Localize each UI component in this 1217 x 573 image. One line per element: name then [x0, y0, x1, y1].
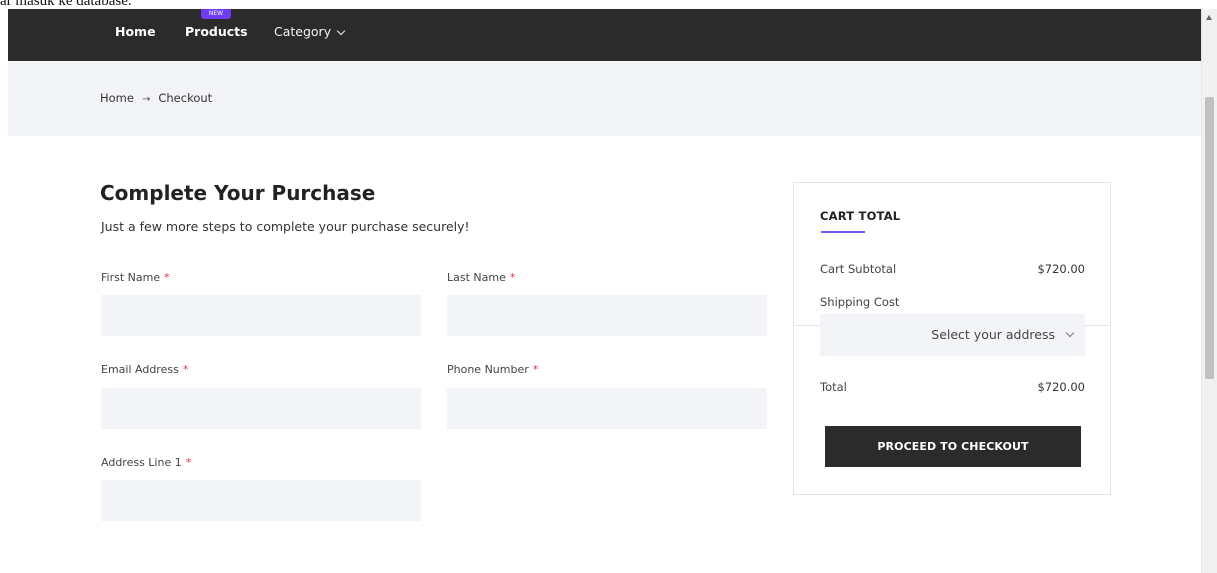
- scroll-thumb[interactable]: [1205, 97, 1214, 379]
- page-title: Complete Your Purchase: [100, 181, 376, 205]
- chevron-down-icon: [336, 26, 346, 36]
- scrollbar[interactable]: [1201, 9, 1217, 573]
- required-marker: *: [509, 271, 516, 284]
- last-name-field[interactable]: [447, 295, 767, 336]
- address-select[interactable]: Select your address: [820, 314, 1085, 356]
- breadcrumb-home[interactable]: Home: [100, 91, 134, 105]
- cart-title-underline: [821, 231, 865, 233]
- nav-products-link[interactable]: Products: [185, 9, 248, 61]
- email-label: Email Address *: [101, 363, 189, 376]
- page-top-text: ar masuk ke database.: [0, 0, 132, 9]
- total-label: Total: [820, 380, 847, 394]
- page-subtitle: Just a few more steps to complete your p…: [101, 219, 470, 234]
- shipping-cost-label: Shipping Cost: [820, 295, 900, 309]
- breadcrumb-bar: Home → Checkout: [8, 61, 1201, 136]
- breadcrumb-current: Checkout: [158, 91, 213, 105]
- required-marker: *: [532, 363, 539, 376]
- nav-home-link[interactable]: Home: [115, 9, 156, 61]
- required-marker: *: [185, 456, 192, 469]
- cart-subtotal-label: Cart Subtotal: [820, 262, 897, 276]
- nav-category-dropdown[interactable]: Category: [274, 9, 346, 61]
- proceed-to-checkout-button[interactable]: PROCEED TO CHECKOUT: [825, 426, 1081, 467]
- chevron-down-icon: [1065, 328, 1075, 338]
- cart-total-title: CART TOTAL: [820, 209, 901, 223]
- first-name-label: First Name *: [101, 271, 170, 284]
- address-select-value: Select your address: [931, 327, 1055, 342]
- required-marker: *: [164, 271, 170, 284]
- required-marker: *: [182, 363, 189, 376]
- last-name-label: Last Name *: [447, 271, 516, 284]
- address-line1-field[interactable]: [101, 480, 421, 521]
- cart-subtotal-value: $720.00: [1037, 262, 1085, 276]
- nav-category-label: Category: [274, 24, 332, 39]
- cart-total-panel: CART TOTAL Cart Subtotal $720.00 Shippin…: [793, 182, 1111, 495]
- first-name-field[interactable]: [101, 295, 421, 336]
- navbar: Home NEW Products Category: [8, 9, 1201, 61]
- arrow-right-icon: →: [141, 94, 151, 105]
- breadcrumb: Home → Checkout: [100, 91, 212, 105]
- email-field[interactable]: [101, 388, 421, 429]
- address-line1-label: Address Line 1 *: [101, 456, 192, 469]
- phone-field[interactable]: [447, 388, 767, 429]
- phone-label: Phone Number *: [447, 363, 539, 376]
- scroll-up-arrow-icon[interactable]: [1206, 15, 1212, 20]
- total-value: $720.00: [1037, 380, 1085, 394]
